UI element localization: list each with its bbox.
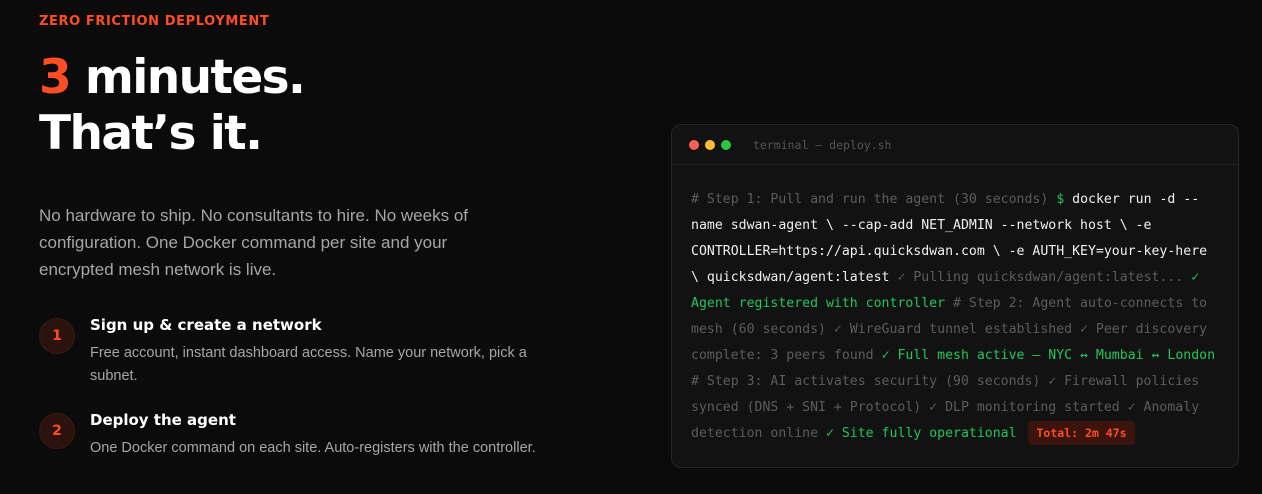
page: ZERO FRICTION DEPLOYMENT 3 minutes. That…	[0, 0, 1262, 494]
terminal-title-bar: terminal — deploy.sh	[672, 125, 1238, 165]
minimize-dot-icon	[705, 139, 715, 150]
headline-line2: That’s it.	[39, 106, 263, 161]
close-dot-icon	[689, 139, 699, 150]
step-description: One Docker command on each site. Auto-re…	[90, 440, 536, 456]
terminal-success: ✓ Site fully operational	[825, 426, 1025, 441]
step-description: Free account, instant dashboard access. …	[90, 345, 527, 384]
step-title: Deploy the agent	[90, 411, 236, 429]
intro-paragraph: No hardware to ship. No consultants to h…	[39, 206, 468, 279]
total-time-badge: Total: 2m 47s	[1028, 421, 1135, 445]
headline-line1: minutes.	[70, 50, 306, 105]
eyebrow-label: ZERO FRICTION DEPLOYMENT	[39, 14, 270, 29]
terminal-comment: # Step 1: Pull and run the agent (30 sec…	[691, 192, 1057, 207]
terminal-success: ✓ Full mesh active — NYC ↔ Mumbai ↔ Lond…	[881, 348, 1216, 363]
terminal-comment: ✓ Pulling quicksdwan/agent:latest...	[897, 270, 1192, 285]
page-title: 3 minutes. That’s it.	[39, 50, 306, 162]
terminal-output: # Step 1: Pull and run the agent (30 sec…	[672, 165, 1238, 447]
maximize-dot-icon	[721, 139, 731, 150]
step-title: Sign up & create a network	[90, 316, 322, 334]
headline-number: 3	[39, 50, 72, 105]
terminal-window: terminal — deploy.sh # Step 1: Pull and …	[671, 124, 1239, 468]
terminal-title: terminal — deploy.sh	[753, 137, 892, 152]
terminal-prompt: $	[1056, 192, 1073, 207]
step-number-badge: 2	[39, 413, 75, 449]
step-number-badge: 1	[39, 318, 75, 354]
